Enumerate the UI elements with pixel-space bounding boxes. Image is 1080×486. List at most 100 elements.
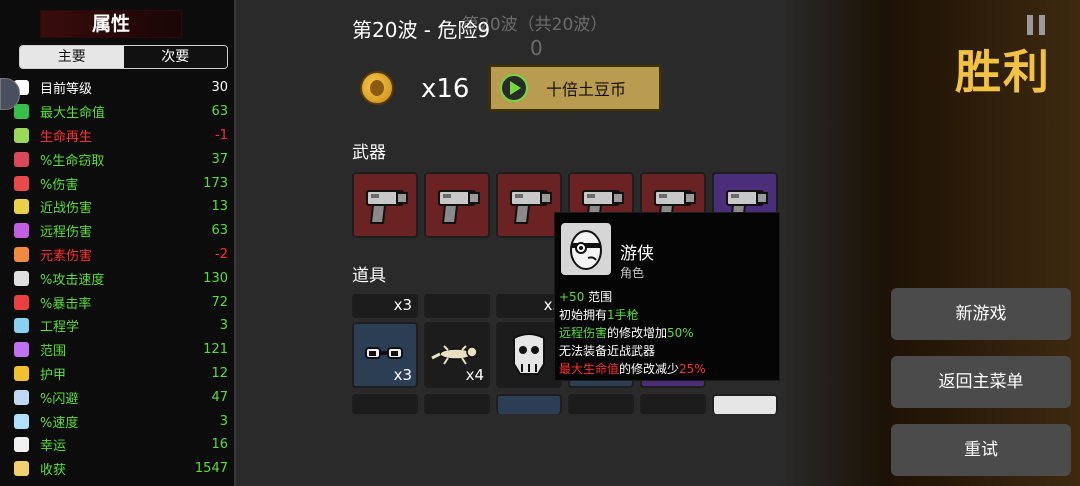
stat-value: 3	[219, 318, 228, 334]
ten-times-coin-button[interactable]: 十倍土豆币	[488, 64, 662, 112]
stat-row: 生命再生 -1	[14, 124, 228, 148]
heart-icon	[14, 104, 29, 120]
stat-row: %伤害 173	[14, 171, 228, 195]
skull-icon	[513, 333, 545, 375]
tooltip-line: +50 范围	[559, 288, 706, 306]
stat-label: 生命再生	[40, 129, 93, 145]
stat-value: -1	[215, 127, 228, 143]
stat-label: 护甲	[40, 367, 67, 383]
attack-speed-icon	[14, 270, 29, 286]
retry-button[interactable]: 重试	[891, 424, 1071, 476]
melee-icon	[14, 199, 29, 215]
pause-icon[interactable]	[1027, 15, 1047, 35]
lifesteal-icon	[14, 151, 29, 167]
stat-label: 元素伤害	[40, 248, 93, 264]
item-slot[interactable]: x3	[496, 294, 562, 318]
tooltip-text: 范围	[584, 290, 613, 304]
stat-label: %攻击速度	[40, 272, 105, 288]
stat-value: 12	[211, 365, 228, 381]
item-slot-glasses[interactable]: x3	[352, 322, 418, 388]
stat-row: %闪避 47	[14, 385, 228, 409]
ranged-icon	[14, 223, 29, 239]
stat-value: 30	[211, 80, 228, 96]
stat-label: 近战伤害	[40, 201, 93, 217]
tab-primary[interactable]: 主要	[20, 46, 124, 68]
item-slot[interactable]	[424, 394, 490, 414]
coin-count: x16	[421, 74, 470, 104]
stat-value: 121	[203, 342, 228, 358]
tab-secondary[interactable]: 次要	[123, 46, 227, 68]
stat-row: 范围 121	[14, 338, 228, 362]
stat-value: 1547	[194, 461, 228, 477]
stat-value: 130	[203, 270, 228, 286]
stats-tabs: 主要 次要	[19, 45, 228, 69]
item-slot[interactable]	[424, 294, 490, 318]
stat-label: %闪避	[40, 391, 79, 407]
tooltip-text: 初始拥有	[559, 308, 608, 322]
item-slot[interactable]	[640, 394, 706, 414]
weapon-slot-pistol[interactable]	[424, 172, 490, 238]
stat-label: %伤害	[40, 177, 79, 193]
stat-label: 远程伤害	[40, 225, 93, 241]
stat-row: %速度 3	[14, 409, 228, 433]
items-heading: 道具	[352, 266, 386, 286]
item-slot[interactable]	[496, 394, 562, 414]
wave-title: 第20波 - 危险9	[352, 18, 491, 42]
tooltip-text: 50%	[667, 326, 694, 340]
item-slot[interactable]: x3	[352, 294, 418, 318]
stat-row: %生命窃取 37	[14, 147, 228, 171]
elemental-icon	[14, 246, 29, 262]
tooltip-text: 25%	[679, 362, 706, 376]
stat-row: 近战伤害 13	[14, 195, 228, 219]
crit-icon	[14, 294, 29, 310]
item-slot[interactable]	[712, 394, 778, 414]
main-menu-button[interactable]: 返回主菜单	[891, 356, 1071, 408]
stat-label: 收获	[40, 463, 67, 479]
stat-row: %暴击率 72	[14, 290, 228, 314]
stat-value: 16	[211, 437, 228, 453]
stat-value: 173	[203, 175, 228, 191]
stats-panel: 属性 主要 次要 目前等级 30 最大生命值 63 生命再生 -1 %生命窃取 37 %伤害 17…	[0, 0, 236, 486]
harvest-icon	[14, 461, 29, 477]
coin-button-label: 十倍土豆币	[546, 80, 627, 99]
timer-faded: 0	[530, 36, 543, 60]
tooltip-text: 的修改增加	[607, 326, 668, 340]
stats-title: 属性	[40, 10, 182, 38]
stat-label: 幸运	[40, 439, 67, 455]
stat-row: 目前等级 30	[14, 76, 228, 100]
stat-value: -2	[215, 246, 228, 262]
item-slot[interactable]	[568, 394, 634, 414]
engineering-icon	[14, 318, 29, 334]
stat-row: 元素伤害 -2	[14, 243, 228, 267]
stat-label: %生命窃取	[40, 153, 105, 169]
armor-icon	[14, 365, 29, 381]
stat-label: 目前等级	[40, 82, 93, 98]
stat-value: 37	[211, 151, 228, 167]
tooltip-text: 最大生命值	[559, 362, 620, 376]
pistol-icon	[510, 190, 552, 224]
tooltip-line: 初始拥有1手枪	[559, 306, 706, 324]
stat-value: 72	[211, 294, 228, 310]
new-game-button[interactable]: 新游戏	[891, 288, 1071, 340]
weapon-slot-pistol[interactable]	[352, 172, 418, 238]
stat-row: 工程学 3	[14, 314, 228, 338]
potato-coin-icon	[360, 71, 394, 105]
item-slot-lizard[interactable]: x4	[424, 322, 490, 388]
pistol-icon	[366, 190, 408, 224]
stat-value: 3	[219, 413, 228, 429]
tooltip-line: 无法装备近战武器	[559, 342, 706, 360]
tooltip-text: 的修改减少	[619, 362, 680, 376]
stat-label: 范围	[40, 344, 67, 360]
stat-label: 工程学	[40, 320, 80, 336]
item-slot[interactable]	[352, 394, 418, 414]
tooltip-line: 最大生命值的修改减少25%	[559, 360, 706, 378]
stat-value: 63	[211, 223, 228, 239]
weapon-slot-pistol[interactable]	[496, 172, 562, 238]
tooltip-text: 远程伤害	[559, 326, 608, 340]
pistol-icon	[438, 190, 480, 224]
victory-title: 胜利	[955, 45, 1051, 99]
item-slot-skull[interactable]	[496, 322, 562, 388]
speed-icon	[14, 413, 29, 429]
stat-label: 最大生命值	[40, 106, 106, 122]
item-qty: x4	[465, 366, 484, 384]
